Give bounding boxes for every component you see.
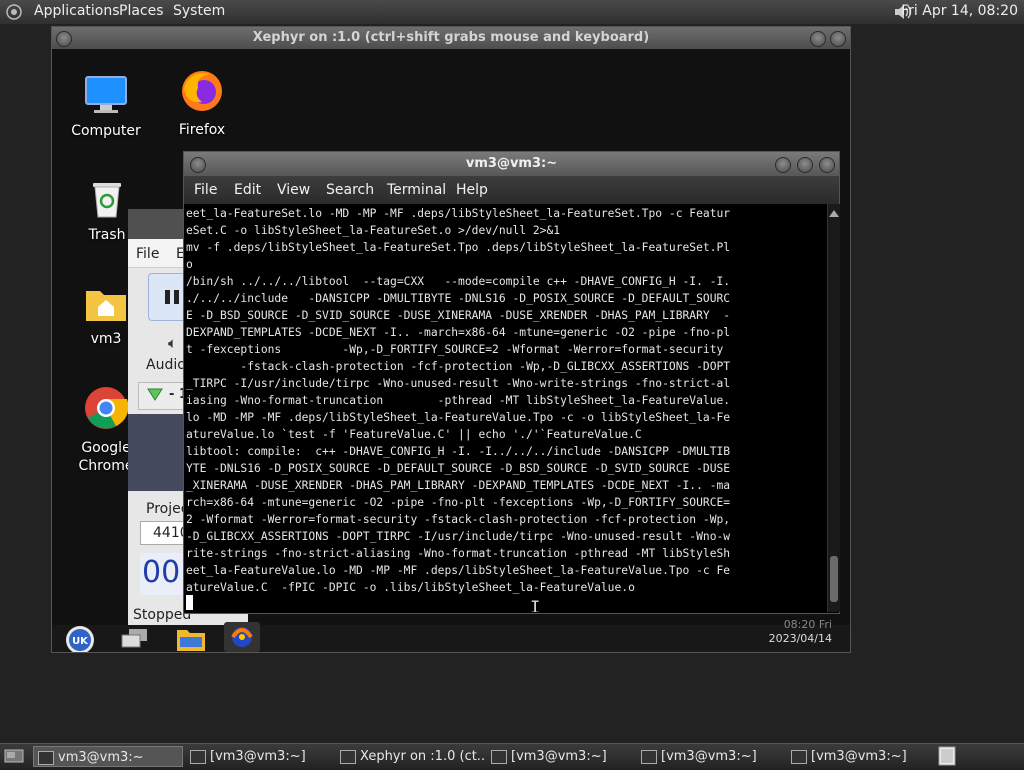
taskbar-item-label: [vm3@vm3:~] bbox=[210, 749, 306, 764]
taskbar-item[interactable]: [vm3@vm3:~] bbox=[787, 746, 935, 767]
terminal-menubar: File Edit View Search Terminal Help bbox=[184, 176, 839, 204]
text-cursor-icon: I bbox=[530, 598, 541, 612]
terminal-icon bbox=[38, 751, 54, 765]
terminal-line: -fstack-clash-protection -fcf-protection… bbox=[186, 360, 731, 373]
terminal-title: vm3@vm3:~ bbox=[465, 156, 558, 171]
terminal-line: libtool: compile: c++ -DHAVE_CONFIG_H -I… bbox=[186, 445, 731, 458]
terminal-line: _TIRPC -I/usr/include/tirpc -Wno-unused-… bbox=[186, 377, 731, 390]
firefox-icon bbox=[182, 71, 222, 111]
windows-switcher-icon[interactable] bbox=[120, 627, 150, 652]
terminal-scrollbar[interactable] bbox=[827, 204, 840, 612]
close-button[interactable] bbox=[819, 157, 835, 173]
terminal-line: mv -f .deps/libStyleSheet_la-FeatureSet.… bbox=[186, 241, 731, 254]
terminal-titlebar[interactable]: vm3@vm3:~ bbox=[184, 152, 839, 176]
menu-system[interactable]: System bbox=[173, 3, 225, 19]
terminal-line: _XINERAMA -DUSE_XRENDER -DHAS_PAM_LIBRAR… bbox=[186, 479, 731, 492]
taskbar-item-label: [vm3@vm3:~] bbox=[661, 749, 757, 764]
scroll-up-arrow-icon[interactable] bbox=[829, 206, 839, 221]
minimize-button[interactable] bbox=[775, 157, 791, 173]
show-desktop-icon[interactable] bbox=[4, 748, 24, 768]
taskbar-item-label: Xephyr on :1.0 (ct... bbox=[360, 749, 484, 764]
top-panel: Applications Places System Fri Apr 14, 0… bbox=[0, 0, 1024, 25]
inner-clock-time: 08:20 Fri bbox=[783, 618, 832, 631]
terminal-line: eSet.C -o libStyleSheet_la-FeatureSet.o … bbox=[186, 224, 561, 237]
terminal-line: ./../../include -DANSICPP -DMULTIBYTE -D… bbox=[186, 292, 731, 305]
trash-icon bbox=[93, 183, 121, 218]
home-folder-icon bbox=[86, 291, 126, 321]
desktop-icon-label: Computer bbox=[71, 123, 141, 139]
audio-editor-icon[interactable] bbox=[224, 622, 260, 652]
terminal-window[interactable]: vm3@vm3:~ File Edit View Search Terminal… bbox=[183, 151, 840, 614]
terminal-line: DEXPAND_TEMPLATES -DCDE_NEXT -I.. -march… bbox=[186, 326, 731, 339]
bg-app-menu-file[interactable]: File bbox=[136, 246, 159, 262]
menu-places[interactable]: Places bbox=[119, 3, 164, 19]
inner-taskbar: UK 08:20 Fri 2023/04/14 bbox=[52, 618, 850, 652]
terminal-icon bbox=[491, 750, 507, 764]
taskbar-item[interactable]: [vm3@vm3:~] bbox=[186, 746, 334, 767]
terminal-menu-view[interactable]: View bbox=[277, 182, 310, 198]
inner-clock[interactable]: 08:20 Fri 2023/04/14 bbox=[742, 618, 832, 646]
taskbar-item[interactable]: [vm3@vm3:~] bbox=[487, 746, 635, 767]
terminal-line: 2 -Wformat -Werror=format-security -fsta… bbox=[186, 513, 731, 526]
monitor-icon bbox=[85, 76, 127, 113]
menu-applications[interactable]: Applications bbox=[34, 3, 120, 19]
terminal-line: E -D_BSD_SOURCE -D_SVID_SOURCE -DUSE_XIN… bbox=[186, 309, 731, 322]
chrome-icon bbox=[85, 387, 129, 429]
maximize-button[interactable] bbox=[797, 157, 813, 173]
terminal-line: /bin/sh ../../../libtool --tag=CXX --mod… bbox=[186, 275, 731, 288]
minimize-button[interactable] bbox=[810, 31, 826, 47]
file-manager-icon[interactable] bbox=[176, 626, 206, 652]
terminal-cursor bbox=[186, 595, 193, 610]
terminal-line: eet_la-FeatureSet.lo -MD -MP -MF .deps/l… bbox=[186, 207, 731, 220]
maximize-button[interactable] bbox=[830, 31, 846, 47]
terminal-menu-search[interactable]: Search bbox=[326, 182, 374, 198]
uk-launcher-icon[interactable]: UK bbox=[65, 625, 95, 652]
terminal-menu-terminal[interactable]: Terminal bbox=[387, 182, 446, 198]
taskbar-item[interactable]: Xephyr on :1.0 (ct... bbox=[336, 746, 484, 767]
taskbar-item[interactable]: vm3@vm3:~ bbox=[33, 746, 183, 767]
desktop-icon-computer[interactable]: Computer bbox=[52, 75, 161, 139]
taskbar-item-label: [vm3@vm3:~] bbox=[511, 749, 607, 764]
terminal-line: t -fexceptions -Wp,-D_FORTIFY_SOURCE=2 -… bbox=[186, 343, 724, 356]
terminal-line: o bbox=[186, 258, 193, 271]
terminal-line: rch=x86-64 -mtune=generic -O2 -pipe -fno… bbox=[186, 496, 731, 509]
xephyr-title: Xephyr on :1.0 (ctrl+shift grabs mouse a… bbox=[252, 30, 650, 45]
gnome-foot-icon[interactable] bbox=[5, 3, 23, 21]
triangle-down-icon[interactable] bbox=[147, 387, 163, 405]
taskbar-item-label: vm3@vm3:~ bbox=[58, 750, 144, 765]
desktop-icon-label: Firefox bbox=[178, 122, 226, 138]
desktop-partial-letter: G bbox=[52, 455, 53, 470]
bottom-panel: vm3@vm3:~ [vm3@vm3:~] Xephyr on :1.0 (ct… bbox=[0, 743, 1024, 769]
panel-clock[interactable]: Fri Apr 14, 08:20 bbox=[901, 3, 1018, 19]
terminal-text: eet_la-FeatureSet.lo -MD -MP -MF .deps/l… bbox=[186, 205, 730, 596]
terminal-icon bbox=[791, 750, 807, 764]
terminal-menu-file[interactable]: File bbox=[194, 182, 217, 198]
terminal-icon bbox=[190, 750, 206, 764]
audio-icon: 🔈︎ bbox=[168, 334, 178, 352]
terminal-output[interactable]: eet_la-FeatureSet.lo -MD -MP -MF .deps/l… bbox=[184, 204, 827, 612]
terminal-line: atureValue.lo `test -f 'FeatureValue.C' … bbox=[186, 428, 642, 441]
terminal-line: eet_la-FeatureValue.lo -MD -MP -MF .deps… bbox=[186, 564, 731, 577]
window-icon bbox=[340, 750, 356, 764]
workspace-switcher-icon[interactable] bbox=[937, 746, 957, 770]
xephyr-titlebar[interactable]: Xephyr on :1.0 (ctrl+shift grabs mouse a… bbox=[52, 27, 850, 49]
terminal-icon bbox=[641, 750, 657, 764]
taskbar-item[interactable]: [vm3@vm3:~] bbox=[637, 746, 785, 767]
inner-clock-date: 2023/04/14 bbox=[768, 632, 832, 645]
terminal-menu-edit[interactable]: Edit bbox=[234, 182, 261, 198]
desktop-icon-firefox[interactable]: Firefox bbox=[147, 68, 257, 138]
scrollbar-thumb[interactable] bbox=[830, 556, 838, 602]
time-digits: 00 bbox=[142, 555, 181, 590]
taskbar-item-label: [vm3@vm3:~] bbox=[811, 749, 907, 764]
svg-text:UK: UK bbox=[72, 636, 89, 647]
terminal-line: atureValue.C -fPIC -DPIC -o .libs/libSty… bbox=[186, 581, 635, 594]
terminal-menu-help[interactable]: Help bbox=[456, 182, 488, 198]
terminal-line: lo -MD -MP -MF .deps/libStyleSheet_la-Fe… bbox=[186, 411, 731, 424]
terminal-line: rite-strings -fno-strict-aliasing -Wno-f… bbox=[186, 547, 731, 560]
terminal-line: -D_GLIBCXX_ASSERTIONS -DOPT_TIRPC -I/usr… bbox=[186, 530, 731, 543]
audio-label: Audio bbox=[146, 357, 186, 373]
terminal-line: YTE -DNLS16 -D_POSIX_SOURCE -D_DEFAULT_S… bbox=[186, 462, 731, 475]
terminal-line: iasing -Wno-format-truncation -pthread -… bbox=[186, 394, 731, 407]
